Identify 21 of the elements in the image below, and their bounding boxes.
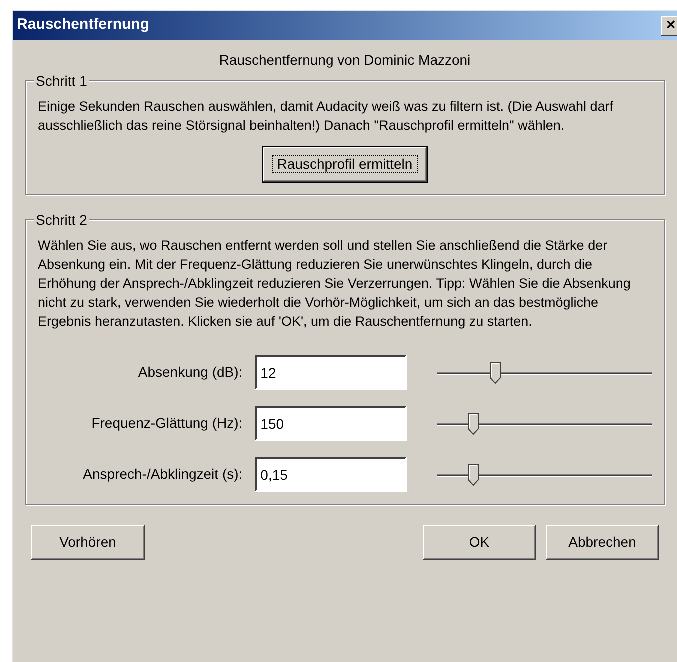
parameter-label: Absenkung (dB): (137, 363, 244, 382)
preview-button[interactable]: Vorhören (31, 525, 145, 560)
parameter-label: Ansprech-/Abklingzeit (s): (82, 465, 244, 484)
ok-button[interactable]: OK (423, 525, 536, 560)
noise-profile-button[interactable]: Rauschprofil ermitteln (263, 147, 427, 182)
parameter-field[interactable]: 0,15 (254, 457, 407, 492)
parameter-field[interactable]: 150 (254, 406, 407, 441)
cancel-button[interactable]: Abbrechen (546, 525, 659, 560)
slider-thumb[interactable] (490, 362, 501, 384)
parameter-field[interactable]: 12 (254, 355, 407, 390)
slider-track[interactable] (436, 410, 652, 436)
slider-thumb[interactable] (468, 464, 480, 486)
instructions-text: Wählen Sie aus, wo Rauschen entfernt werden soll und stellen Sie anschließend die Stärke der Absenkung ein. Mit der Frequenz-Glättung reduzieren Sie unerwünschtes Klingeln, durch die Erhöhung der Ansprech-/Abklingzeit reduzieren Sie Verzerrungen. Tipp: Wählen Sie die Absenkung nicht zu stark, verwenden Sie wiederholt die Vorhör-Möglichkeit, um sich an das bestmögliche Ergebnis heranzutasten. Klicken sie auf 'OK', um die Rauschentfernung zu starten. (38, 237, 632, 331)
credit-text: Rauschentfernung von Dominic Mazzoni (219, 50, 471, 70)
window-title: Rauschentfernung (17, 15, 150, 36)
slider-track[interactable] (436, 360, 652, 386)
slider-track[interactable] (436, 462, 652, 488)
slider-thumb[interactable] (468, 412, 480, 434)
parameter-label: Frequenz-Glättung (Hz): (90, 414, 244, 433)
close-button[interactable]: × (661, 16, 677, 36)
instructions-text: Einige Sekunden Rauschen auswählen, damit Audacity weiß was zu filtern ist. (Die Auswahl darf ausschließlich das reine Störsignal beinhalten!) Danach "Rauschprofil ermitteln" wählen. (38, 98, 615, 135)
